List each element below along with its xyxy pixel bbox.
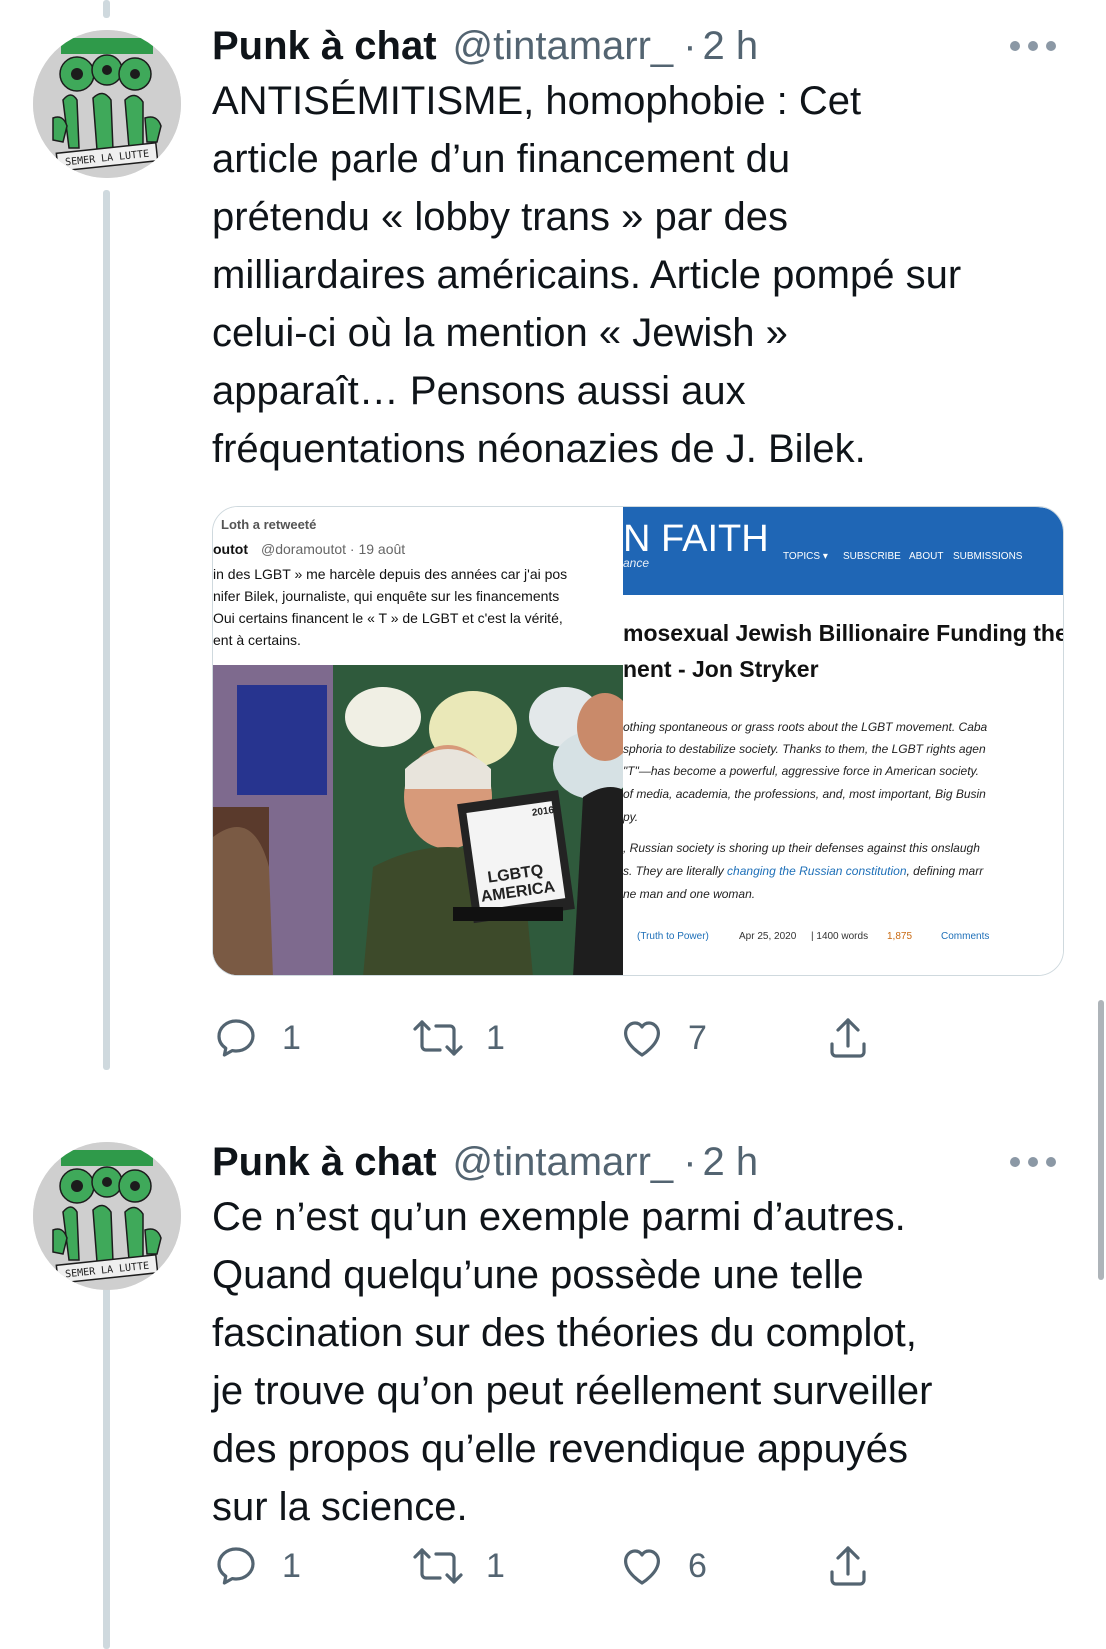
tweet-text-line: Ce n’est qu’un exemple parmi d’autres. <box>212 1195 906 1239</box>
tweet-text-line: apparaît… Pensons aussi aux <box>212 369 746 413</box>
more-options-icon[interactable] <box>1010 36 1056 56</box>
media-retweet-label: Loth a retweeté <box>221 517 316 532</box>
tweet-media-image[interactable]: Loth a retweeté outot @doramoutot · 19 a… <box>212 506 1064 976</box>
article-likes: 1,875 <box>887 931 912 942</box>
tweet-text-line: des propos qu’elle revendique appuyés <box>212 1427 909 1471</box>
retweet-count: 1 <box>486 1546 505 1585</box>
article-link: changing the Russian constitution <box>727 864 907 878</box>
tweet-text-line: je trouve qu’on peut réellement surveill… <box>212 1369 933 1413</box>
tweet-text: Ce n’est qu’un exemple parmi d’autres. Q… <box>212 1188 1072 1536</box>
site-nav-topics: TOPICS ▾ <box>783 551 828 562</box>
tweet-actions: 1 1 6 <box>212 1536 912 1596</box>
tweet-actions: 1 1 7 <box>212 1008 912 1068</box>
avatar-image: SEMER LA LUTTE <box>33 30 181 178</box>
reply-icon <box>217 1019 255 1057</box>
timestamp[interactable]: 2 h <box>703 1140 759 1185</box>
media-text-line: Oui certains financent le « T » de LGBT … <box>213 610 563 626</box>
article-text: , Russian society is shoring up their de… <box>623 841 980 855</box>
display-name[interactable]: Punk à chat <box>212 24 437 69</box>
like-count: 6 <box>688 1546 707 1585</box>
reply-button[interactable]: 1 <box>212 1536 301 1596</box>
media-author: outot <box>213 541 248 557</box>
tweet-text-line: celui-ci où la mention « Jewish » <box>212 311 788 355</box>
retweet-button[interactable]: 1 <box>412 1008 505 1068</box>
media-text-line: nifer Bilek, journaliste, qui enquête su… <box>213 588 559 604</box>
like-count: 7 <box>688 1018 707 1057</box>
separator-dot: · <box>683 1140 697 1184</box>
tweet-text-line: sur la science. <box>212 1485 468 1529</box>
article-text: , defining marr <box>907 864 985 878</box>
like-button[interactable]: 6 <box>618 1536 707 1596</box>
tweet-text-line: prétendu « lobby trans » par des <box>212 195 788 239</box>
site-nav-subscribe: SUBSCRIBE <box>843 551 901 562</box>
media-author-handle: @doramoutot · 19 août <box>261 541 405 557</box>
retweet-button[interactable]: 1 <box>412 1536 505 1596</box>
site-title: N FAITH <box>623 518 769 560</box>
site-nav-about: ABOUT <box>909 551 943 562</box>
like-icon <box>624 1021 660 1057</box>
scrollbar-thumb[interactable] <box>1098 1000 1104 1280</box>
media-text-line: ent à certains. <box>213 632 301 648</box>
user-handle[interactable]: @tintamarr_ <box>453 24 674 69</box>
article-headline: mosexual Jewish Billionaire Funding the … <box>623 620 1064 646</box>
tweet-text-line: Quand quelqu’une possède une telle <box>212 1253 864 1297</box>
reply-count: 1 <box>282 1018 301 1057</box>
retweet-icon <box>413 1020 463 1056</box>
article-headline: nent - Jon Stryker <box>623 656 819 682</box>
share-icon <box>830 1546 866 1586</box>
article-words: | 1400 words <box>811 931 868 942</box>
media-text-line: in des LGBT » me harcèle depuis des anné… <box>213 566 567 582</box>
share-button[interactable] <box>824 1008 872 1068</box>
tweet-2[interactable]: SEMER LA LUTTE Punk à chat @tintamarr_ ·… <box>0 1140 1106 1649</box>
retweet-count: 1 <box>486 1018 505 1057</box>
thread-line-top <box>103 0 110 18</box>
article-text-line: s. They are literally changing the Russi… <box>623 864 984 878</box>
article-text: of media, academia, the professions, and… <box>623 787 986 801</box>
reply-count: 1 <box>282 1546 301 1585</box>
display-name[interactable]: Punk à chat <box>212 1140 437 1185</box>
site-subtitle: ance <box>623 556 649 570</box>
avatar[interactable]: SEMER LA LUTTE <box>33 1142 181 1290</box>
article-text: s. They are literally <box>623 864 727 878</box>
tweet-text-line: article parle d’un financement du <box>212 137 791 181</box>
article-text: sphoria to destabilize society. Thanks t… <box>623 742 986 756</box>
tweet-text-line: ANTISÉMITISME, homophobie : Cet <box>212 79 862 123</box>
reply-icon <box>217 1547 255 1585</box>
tweet-text: ANTISÉMITISME, homophobie : Cet article … <box>212 72 1072 478</box>
avatar-image: SEMER LA LUTTE <box>33 1142 181 1290</box>
tweet-1[interactable]: SEMER LA LUTTE Punk à chat @tintamarr_ ·… <box>0 24 1106 1058</box>
more-options-icon[interactable] <box>1010 1152 1056 1172</box>
share-button[interactable] <box>824 1536 872 1596</box>
article-text: othing spontaneous or grass roots about … <box>623 720 988 734</box>
like-icon <box>624 1549 660 1585</box>
article-category: (Truth to Power) <box>637 931 709 942</box>
media-composite: Loth a retweeté outot @doramoutot · 19 a… <box>213 507 1064 975</box>
article-text: "T"—has become a powerful, aggressive fo… <box>623 764 979 778</box>
avatar[interactable]: SEMER LA LUTTE <box>33 30 181 178</box>
like-button[interactable]: 7 <box>618 1008 707 1068</box>
article-date: Apr 25, 2020 <box>739 931 797 942</box>
tweet-text-line: milliardaires américains. Article pompé … <box>212 253 962 297</box>
retweet-icon <box>413 1548 463 1584</box>
article-text: ne man and one woman. <box>623 887 755 901</box>
timestamp[interactable]: 2 h <box>703 24 759 69</box>
separator-dot: · <box>683 24 697 68</box>
user-handle[interactable]: @tintamarr_ <box>453 1140 674 1185</box>
tweet-text-line: fréquentations néonazies de J. Bilek. <box>212 427 866 471</box>
media-photo: LGBTQ AMERICA 2016 <box>213 665 633 975</box>
reply-button[interactable]: 1 <box>212 1008 301 1068</box>
tweet-text-line: fascination sur des théories du complot, <box>212 1311 917 1355</box>
article-text: py. <box>622 810 638 824</box>
article-comments: Comments <box>941 931 989 942</box>
site-nav-submissions: SUBMISSIONS <box>953 551 1023 562</box>
share-icon <box>830 1018 866 1058</box>
